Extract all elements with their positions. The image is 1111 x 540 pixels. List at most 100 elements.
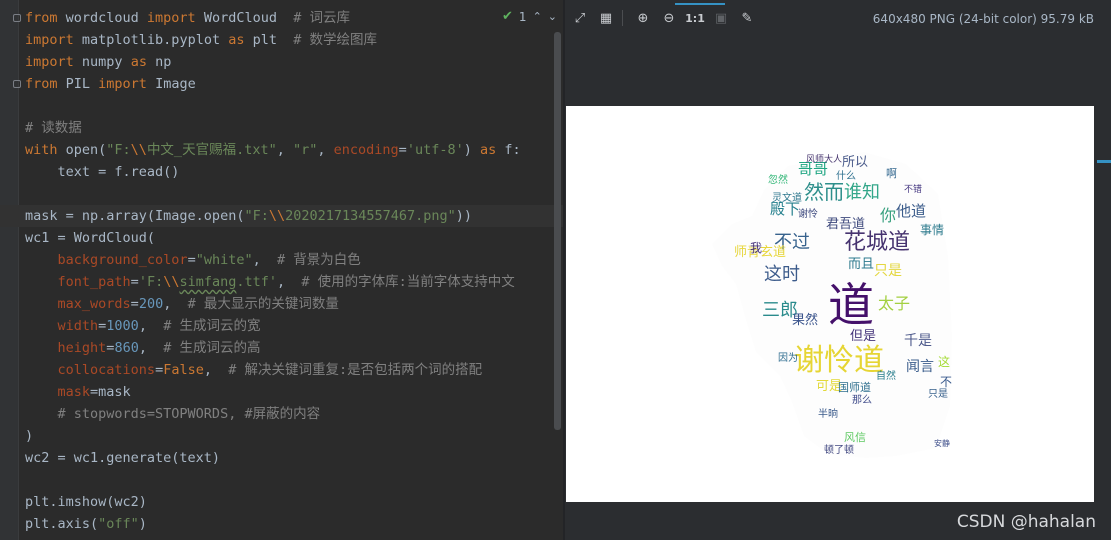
code-token: = xyxy=(155,362,164,378)
wordcloud-word: 那么 xyxy=(852,395,872,406)
code-line[interactable] xyxy=(25,95,545,117)
code-token: 'F: xyxy=(138,274,164,290)
wordcloud-word: 不 xyxy=(940,375,953,389)
image-info: 640x480 PNG (24-bit color) 95.79 kB xyxy=(872,12,1094,26)
code-line[interactable]: from PIL import Image xyxy=(25,73,545,95)
editor-scrollbar[interactable] xyxy=(554,32,561,430)
code-line[interactable]: background_color="white", # 背景为白色 xyxy=(25,249,545,271)
zoom-out-icon[interactable]: ⊖ xyxy=(658,7,680,29)
wordcloud-word: 闻言 xyxy=(906,359,934,375)
code-line[interactable]: text = f.read() xyxy=(25,161,545,183)
color-picker-icon[interactable]: ✎ xyxy=(736,7,758,29)
code-lines[interactable]: from wordcloud import WordCloud # 词云库 imp… xyxy=(0,7,580,535)
wordcloud-word: 你 xyxy=(880,206,897,225)
grid-icon[interactable]: ▦ xyxy=(595,7,617,29)
code-token: = xyxy=(130,296,139,312)
actual-size-button[interactable]: 1:1 xyxy=(684,7,706,29)
chevron-up-icon[interactable]: ⌃ xyxy=(533,10,542,23)
code-line[interactable]: with open("F:\\中文_天官赐福.txt", "r", encodi… xyxy=(25,139,545,161)
code-token: mask xyxy=(57,384,91,400)
wordcloud-word: 因为 xyxy=(778,353,798,364)
code-line[interactable]: from wordcloud import WordCloud # 词云库 xyxy=(25,7,545,29)
wordcloud-word: 而且 xyxy=(848,257,875,272)
wordcloud-word: 事情 xyxy=(920,223,945,237)
code-token: plt xyxy=(252,32,294,48)
code-token: # 使用的字体库:当前字体支持中文 xyxy=(301,274,515,290)
wordcloud-word: 谁知 xyxy=(844,182,880,203)
chevron-down-icon[interactable]: ⌄ xyxy=(548,10,557,23)
wordcloud-word: 道 xyxy=(828,278,874,332)
code-token: # 生成词云的宽 xyxy=(163,318,261,334)
wordcloud-word: 我 xyxy=(750,241,763,255)
code-editor[interactable]: from wordcloud import WordCloud # 词云库 imp… xyxy=(0,0,580,540)
code-token: from xyxy=(25,10,66,26)
fold-marker-icon[interactable] xyxy=(13,14,21,22)
wordcloud-word: 啊 xyxy=(886,167,897,180)
wordcloud-word: 所以 xyxy=(842,155,869,170)
zoom-in-icon[interactable]: ⊕ xyxy=(632,7,654,29)
code-line[interactable]: max_words=200, # 最大显示的关键词数量 xyxy=(25,293,545,315)
watermark: CSDN @hahalan xyxy=(956,512,1096,532)
wordcloud-word: 安静 xyxy=(934,439,950,448)
fold-marker-icon[interactable] xyxy=(13,80,21,88)
wordcloud-word: 不错 xyxy=(904,185,923,195)
code-token: = xyxy=(130,274,139,290)
code-token: f: xyxy=(504,142,521,158)
code-line[interactable]: import numpy as np xyxy=(25,51,545,73)
code-line[interactable] xyxy=(25,469,545,491)
wordcloud-word: 果然 xyxy=(792,313,819,328)
code-token: # 最大显示的关键词数量 xyxy=(187,296,339,312)
wordcloud-word: 这时 xyxy=(764,264,800,285)
code-token: numpy xyxy=(81,54,131,70)
wordcloud-word: 太子 xyxy=(878,294,911,313)
fit-to-window-icon[interactable]: ⤢ xyxy=(569,7,591,29)
code-line[interactable]: plt.axis("off") xyxy=(25,513,545,535)
code-token: wc2 = wc1.generate(text) xyxy=(25,450,221,466)
code-line[interactable]: mask = np.array(Image.open("F:\\20202171… xyxy=(0,205,580,227)
code-token: # 读数据 xyxy=(25,120,82,136)
inspection-count: 1 xyxy=(518,9,527,24)
code-line[interactable]: plt.imshow(wc2) xyxy=(25,491,545,513)
code-token: # 解决关键词重复:是否包括两个词的搭配 xyxy=(228,362,483,378)
code-line[interactable]: # 读数据 xyxy=(25,117,545,139)
code-line[interactable]: # stopwords=STOPWORDS, #屏蔽的内容 xyxy=(25,403,545,425)
code-token: as xyxy=(479,142,505,158)
wordcloud-word: 只是 xyxy=(928,389,948,400)
code-token: # 背景为白色 xyxy=(277,252,361,268)
code-token: = xyxy=(398,142,407,158)
code-line[interactable]: ) xyxy=(25,425,545,447)
code-line[interactable]: mask=mask xyxy=(25,381,545,403)
code-token: # 数学绘图库 xyxy=(293,32,378,48)
code-token: , xyxy=(277,274,302,290)
wordcloud-word: 他道 xyxy=(896,202,927,220)
image-viewer: ⤢ ▦ ⊕ ⊖ 1:1 ▣ ✎ 640x480 PNG (24-bit colo… xyxy=(565,0,1111,540)
code-line[interactable]: font_path='F:\\simfang.ttf', # 使用的字体库:当前… xyxy=(25,271,545,293)
code-token: "r" xyxy=(292,142,318,158)
code-token: simfang xyxy=(179,274,237,290)
code-line[interactable]: height=860, # 生成词云的高 xyxy=(25,337,545,359)
background-toggle-icon[interactable]: ▣ xyxy=(710,7,732,29)
code-token: as xyxy=(130,54,156,70)
code-line[interactable]: wc1 = WordCloud( xyxy=(25,227,545,249)
code-line[interactable]: wc2 = wc1.generate(text) xyxy=(25,447,545,469)
code-token: "white" xyxy=(195,252,253,268)
code-line[interactable] xyxy=(25,183,545,205)
code-token: = xyxy=(187,252,196,268)
code-line[interactable]: collocations=False, # 解决关键词重复:是否包括两个词的搭配 xyxy=(25,359,545,381)
code-token: ) xyxy=(25,428,34,444)
code-token: collocations xyxy=(57,362,156,378)
ide-window: from wordcloud import WordCloud # 词云库 imp… xyxy=(0,0,1111,540)
code-line[interactable]: width=1000, # 生成词云的宽 xyxy=(25,315,545,337)
code-token: , xyxy=(138,318,164,334)
code-token: "F: xyxy=(106,142,131,158)
wordcloud-word: 君吾道 xyxy=(826,217,866,232)
code-line[interactable]: import matplotlib.pyplot as plt # 数学绘图库 xyxy=(25,29,545,51)
checkmark-icon: ✔ xyxy=(502,9,513,24)
inspection-widget[interactable]: ✔ 1 ⌃ ⌄ xyxy=(502,9,557,24)
code-token: 200 xyxy=(138,296,164,312)
code-token: text = f.read() xyxy=(25,164,180,180)
code-token: # 生成词云的高 xyxy=(163,340,261,356)
wordcloud-word: 花城道 xyxy=(844,230,911,255)
